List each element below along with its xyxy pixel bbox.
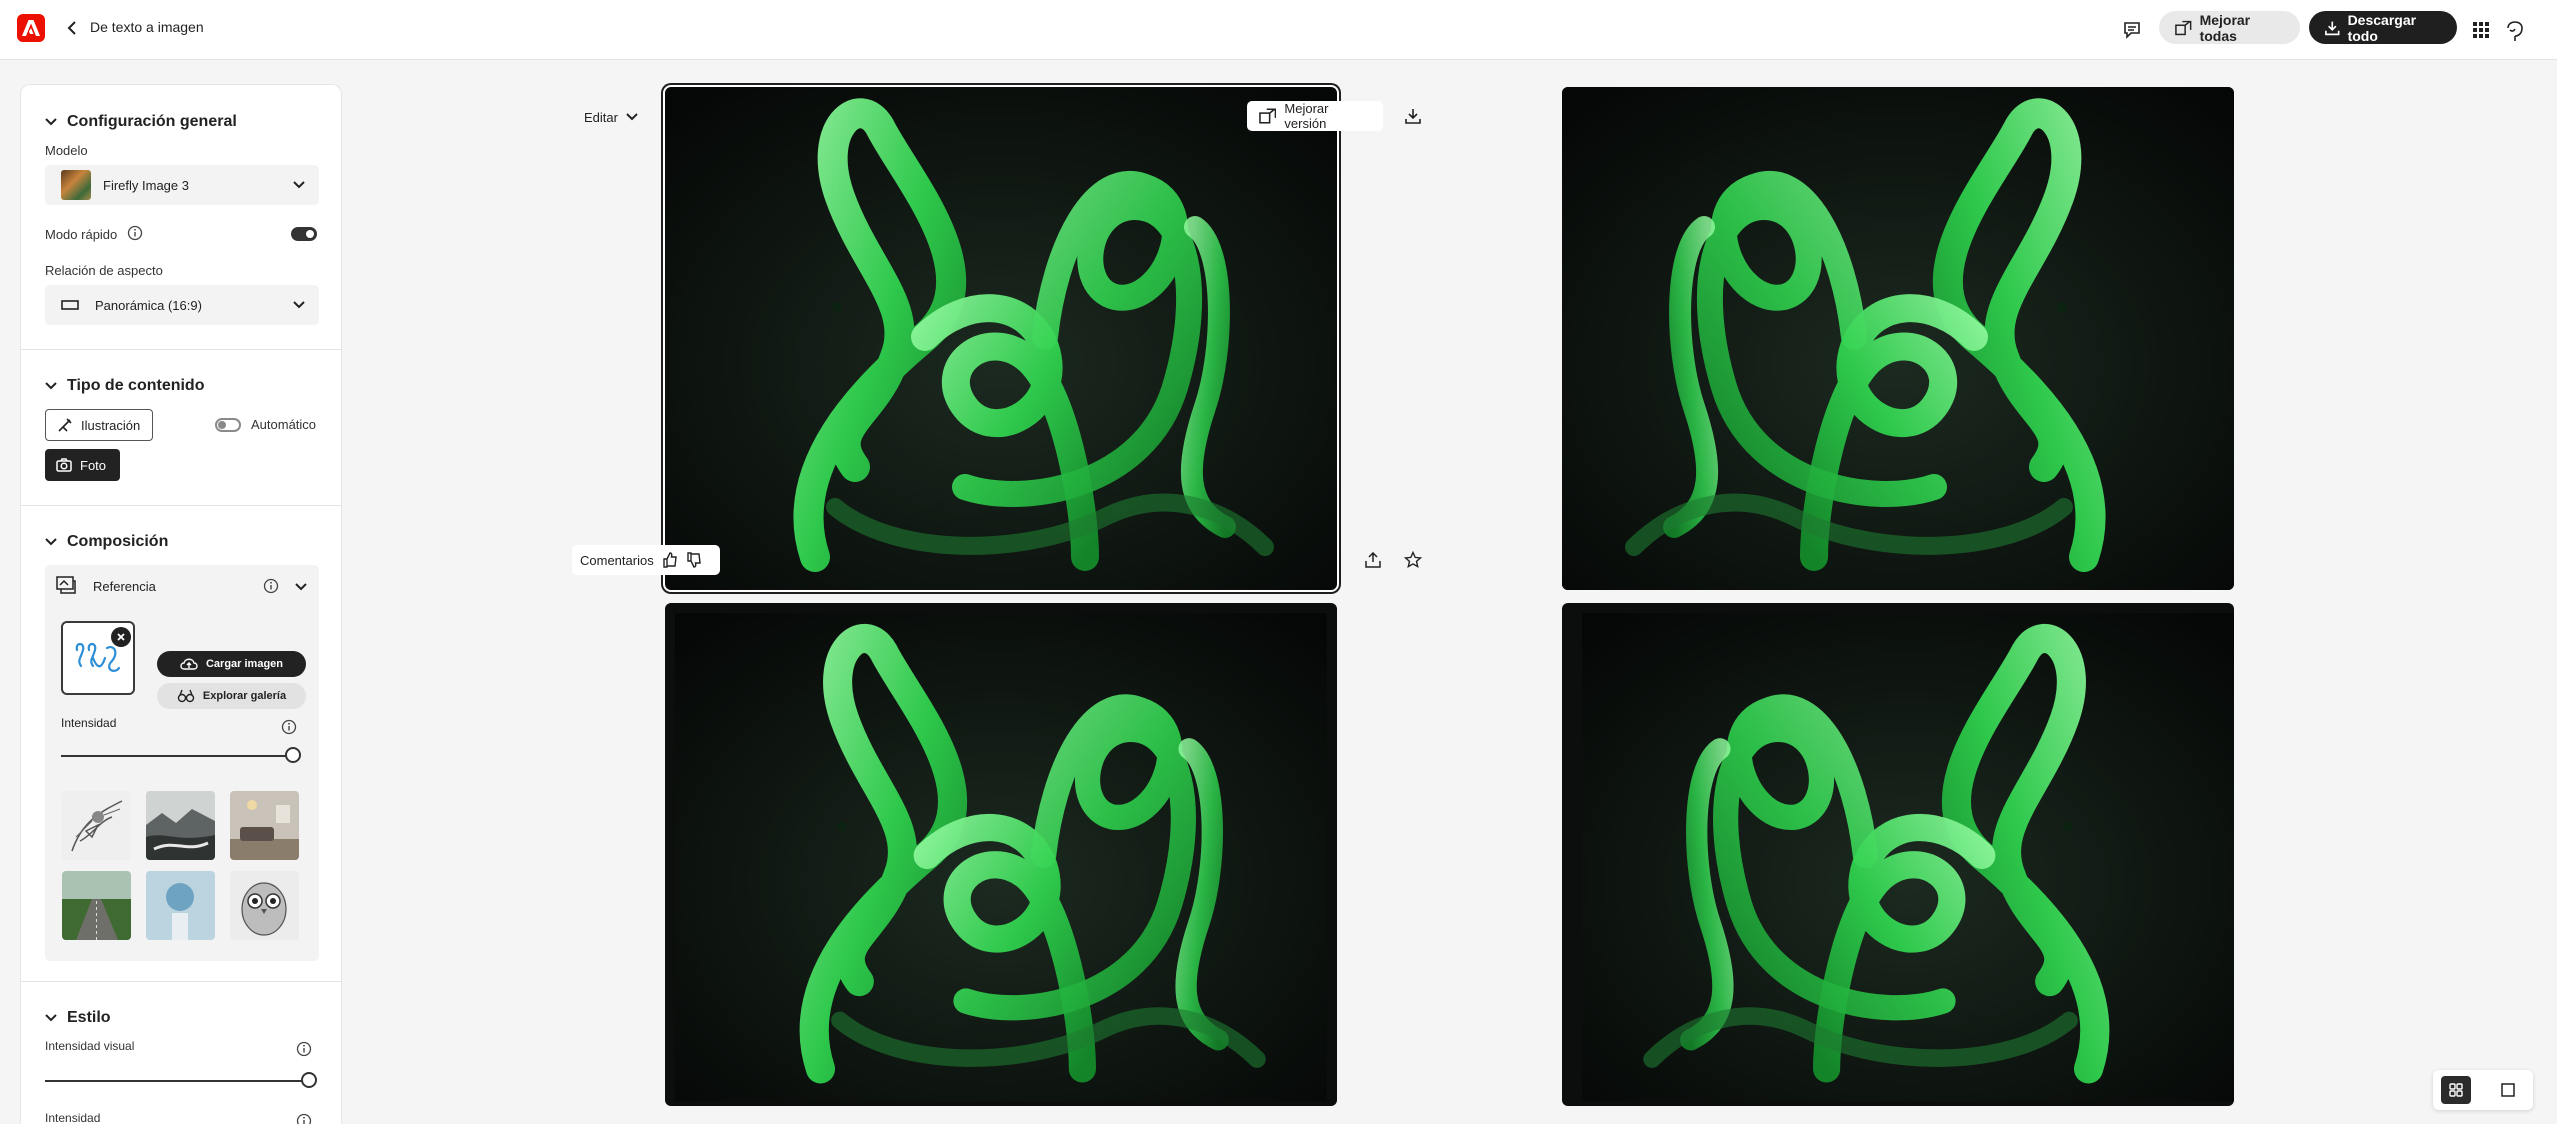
generated-image-3[interactable]	[665, 603, 1337, 1106]
fast-mode-label: Modo rápido	[45, 227, 118, 242]
divider	[21, 349, 341, 350]
upload-image-label: Cargar imagen	[205, 658, 284, 670]
feedback-label: Comentarios	[580, 552, 654, 568]
binoculars-icon	[177, 689, 195, 703]
model-thumbnail	[61, 170, 91, 200]
composition-reference-icon	[56, 576, 76, 594]
model-select[interactable]: Firefly Image 3	[45, 165, 319, 205]
download-icon	[2325, 21, 2340, 35]
chevron-down-icon	[45, 1014, 57, 1022]
thumbs-down-icon[interactable]	[686, 552, 702, 568]
generated-image-2[interactable]	[1562, 87, 2234, 590]
avatar[interactable]	[2500, 15, 2530, 45]
adobe-logo-icon[interactable]	[17, 14, 45, 42]
reference-label: Referencia	[93, 579, 156, 594]
feedback-bar: Comentarios	[572, 545, 720, 575]
upscale-all-label: Mejorar todas	[2199, 11, 2251, 44]
aspect-value: Panorámica (16:9)	[95, 297, 202, 313]
single-view-icon[interactable]	[2493, 1076, 2523, 1104]
intensity-slider-track[interactable]	[61, 755, 293, 757]
preset-thumbnail-5[interactable]	[146, 871, 215, 940]
info-icon[interactable]	[127, 225, 143, 241]
intensity-label: Intensidad	[61, 716, 117, 730]
info-icon[interactable]	[296, 1113, 312, 1124]
section-content-type-header[interactable]: Tipo de contenido	[45, 377, 204, 395]
style-intensity-label: Intensidad	[45, 1111, 101, 1124]
share-icon[interactable]	[1359, 546, 1387, 574]
browse-gallery-label: Explorar galería	[202, 690, 287, 702]
grid-view-icon[interactable]	[2441, 1076, 2471, 1104]
generated-image-4[interactable]	[1562, 603, 2234, 1106]
preset-thumbnail-6[interactable]	[230, 871, 299, 940]
section-composition-header[interactable]: Composición	[45, 533, 168, 551]
download-all-button[interactable]: Descargar todo	[2309, 11, 2457, 44]
aspect-label: Relación de aspecto	[45, 263, 163, 278]
edit-button[interactable]: Editar	[572, 102, 650, 132]
reference-panel: Referencia Cargar imagen Explorar galerí…	[45, 565, 319, 961]
generated-image-1[interactable]	[663, 85, 1339, 592]
illustration-button[interactable]: Ilustración	[45, 409, 153, 441]
model-label: Modelo	[45, 143, 88, 158]
info-icon[interactable]	[281, 719, 297, 735]
intensity-slider-handle[interactable]	[285, 747, 301, 763]
model-value: Firefly Image 3	[103, 177, 189, 193]
cloud-upload-icon	[180, 658, 198, 670]
section-content-type-title: Tipo de contenido	[67, 377, 205, 394]
camera-icon	[56, 458, 72, 472]
upscale-version-button[interactable]: Mejorar versión	[1247, 101, 1383, 131]
fast-mode-toggle[interactable]	[291, 227, 317, 241]
comment-icon[interactable]	[2117, 15, 2147, 45]
widescreen-icon	[61, 300, 79, 310]
chevron-down-icon[interactable]	[295, 583, 307, 591]
preset-thumbnail-3[interactable]	[230, 791, 299, 860]
upscale-all-button[interactable]: Mejorar todas	[2159, 11, 2300, 44]
upload-image-button[interactable]: Cargar imagen	[157, 651, 306, 677]
section-style-header[interactable]: Estilo	[45, 1009, 111, 1027]
settings-panel: Configuración general Modelo Firefly Ima…	[20, 84, 342, 1124]
divider	[21, 505, 341, 506]
browse-gallery-button[interactable]: Explorar galería	[157, 683, 306, 709]
back-arrow-icon[interactable]	[62, 18, 82, 38]
favorite-star-icon[interactable]	[1399, 546, 1427, 574]
chevron-down-icon	[45, 538, 57, 546]
upscale-version-label: Mejorar versión	[1284, 101, 1329, 131]
upscale-icon	[2175, 20, 2192, 35]
remove-reference-close-icon[interactable]	[111, 627, 131, 647]
visual-intensity-label: Intensidad visual	[45, 1039, 135, 1053]
preset-thumbnail-4[interactable]	[62, 871, 131, 940]
apps-grid-icon[interactable]	[2466, 15, 2496, 45]
page-title: De texto a imagen	[90, 19, 204, 35]
photo-label: Foto	[80, 457, 107, 473]
photo-button[interactable]: Foto	[45, 449, 120, 481]
aspect-select[interactable]: Panorámica (16:9)	[45, 285, 319, 325]
top-bar: De texto a imagen Mejorar todas Descarga…	[0, 0, 2557, 60]
download-icon[interactable]	[1399, 102, 1427, 130]
preset-thumbnail-2[interactable]	[146, 791, 215, 860]
section-composition-title: Composición	[67, 533, 169, 550]
chevron-down-icon	[293, 301, 305, 309]
preset-thumbnail-1[interactable]	[62, 791, 131, 860]
brush-icon	[58, 418, 72, 432]
visual-intensity-slider-track[interactable]	[45, 1080, 305, 1082]
chevron-down-icon	[45, 382, 57, 390]
section-style-title: Estilo	[67, 1009, 111, 1026]
section-general-title: Configuración general	[67, 113, 237, 130]
info-icon[interactable]	[296, 1041, 312, 1057]
thumbs-up-icon[interactable]	[662, 552, 678, 568]
illustration-label: Ilustración	[81, 417, 141, 433]
chevron-down-icon	[45, 118, 57, 126]
divider	[21, 981, 341, 982]
chevron-down-icon	[626, 113, 638, 121]
download-all-label: Descargar todo	[2347, 11, 2417, 44]
view-switch	[2433, 1070, 2533, 1110]
chevron-down-icon	[293, 181, 305, 189]
auto-toggle[interactable]	[215, 418, 241, 432]
edit-label: Editar	[584, 109, 618, 125]
section-general-header[interactable]: Configuración general	[45, 113, 237, 131]
upscale-icon	[1259, 108, 1277, 124]
visual-intensity-slider-handle[interactable]	[301, 1072, 317, 1088]
info-icon[interactable]	[263, 578, 279, 594]
auto-label: Automático	[251, 417, 317, 432]
